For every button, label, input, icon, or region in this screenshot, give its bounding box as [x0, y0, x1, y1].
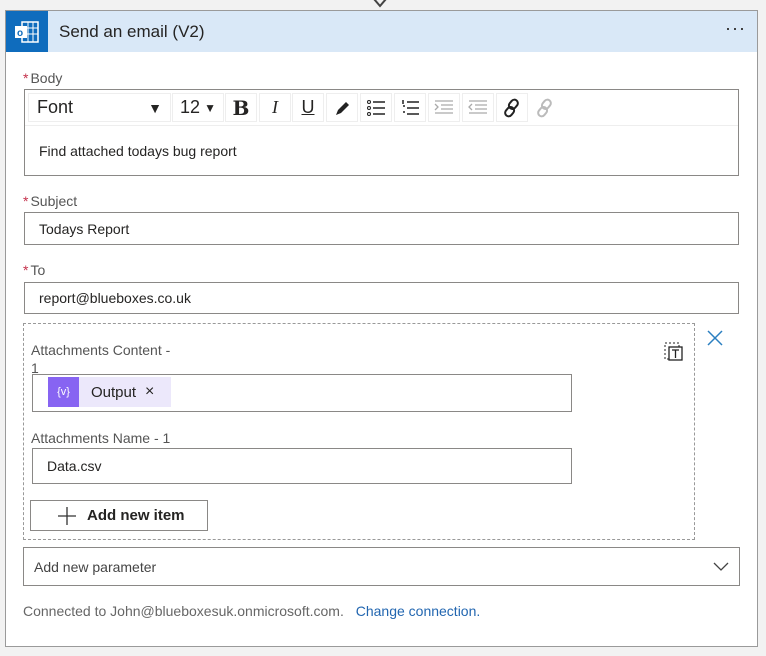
- font-size-value: 12: [180, 97, 201, 117]
- font-select[interactable]: Font ▼: [28, 93, 171, 122]
- outdent-icon: [468, 99, 487, 114]
- numbered-list-button[interactable]: [394, 93, 426, 122]
- outdent-button[interactable]: [462, 93, 494, 122]
- plus-icon: [58, 506, 76, 525]
- attachments-name-input[interactable]: Data.csv: [32, 448, 572, 484]
- attachments-name-label: Attachments Name - 1: [31, 430, 171, 446]
- to-label: * To: [23, 262, 46, 278]
- output-token[interactable]: {v} Output ×: [48, 377, 171, 407]
- add-new-item-label: Add new item: [87, 507, 185, 524]
- bullet-list-button[interactable]: [360, 93, 392, 122]
- token-label: Output: [91, 383, 137, 401]
- subject-label-text: Subject: [30, 193, 78, 209]
- change-connection-link[interactable]: Change connection.: [356, 603, 481, 619]
- remove-attachment-button[interactable]: [706, 329, 724, 352]
- subject-label: * Subject: [23, 193, 78, 209]
- add-new-parameter-label: Add new parameter: [34, 558, 157, 575]
- unlink-button[interactable]: [530, 93, 560, 122]
- connector-arrow-icon: [372, 0, 388, 8]
- subject-input[interactable]: Todays Report: [24, 212, 739, 245]
- add-new-item-button[interactable]: Add new item: [30, 500, 208, 531]
- underline-button[interactable]: U: [292, 93, 324, 122]
- to-input[interactable]: report@blueboxes.co.uk: [24, 282, 739, 314]
- pen-icon: [336, 101, 349, 115]
- connection-info: Connected to John@blueboxesuk.onmicrosof…: [23, 603, 480, 619]
- indent-icon: [434, 99, 453, 114]
- dropdown-arrow-icon: ▼: [204, 100, 216, 115]
- font-size-select[interactable]: 12 ▼: [172, 93, 224, 122]
- font-value: Font: [37, 97, 74, 117]
- italic-button[interactable]: I: [259, 93, 291, 122]
- to-value: report@blueboxes.co.uk: [39, 290, 191, 306]
- switch-input-mode-button[interactable]: [663, 340, 685, 367]
- connected-account-text: Connected to John@blueboxesuk.onmicrosof…: [23, 603, 344, 619]
- indent-button[interactable]: [428, 93, 460, 122]
- subject-value: Todays Report: [39, 220, 130, 237]
- remove-token-button[interactable]: ×: [145, 383, 154, 401]
- toolbar-divider: [25, 125, 738, 126]
- attachments-name-value: Data.csv: [47, 458, 102, 474]
- body-text[interactable]: Find attached todays bug report: [39, 143, 237, 159]
- body-label-text: Body: [30, 70, 63, 86]
- chevron-down-icon: [713, 562, 729, 571]
- text-mode-icon: [664, 342, 683, 361]
- link-icon: [504, 98, 519, 117]
- attachments-content-label: Attachments Content -1: [31, 341, 170, 377]
- svg-text:o: o: [17, 28, 23, 39]
- bold-button[interactable]: B: [225, 93, 257, 122]
- to-label-text: To: [30, 262, 46, 278]
- more-options-button[interactable]: ···: [725, 18, 746, 39]
- bullet-list-icon: [367, 99, 385, 116]
- unlink-icon: [537, 98, 552, 117]
- close-icon: [707, 330, 723, 346]
- highlight-button[interactable]: [326, 93, 358, 122]
- numbered-list-icon: [402, 99, 419, 115]
- link-button[interactable]: [496, 93, 528, 122]
- outlook-icon: o: [6, 11, 48, 52]
- dropdown-arrow-icon: ▼: [148, 99, 162, 116]
- attachments-content-label-line1: Attachments Content -: [31, 342, 171, 358]
- variable-icon: {v}: [48, 377, 79, 407]
- body-label: * Body: [23, 70, 63, 86]
- add-new-parameter-dropdown[interactable]: Add new parameter: [23, 547, 740, 586]
- action-title: Send an email (V2): [59, 22, 205, 41]
